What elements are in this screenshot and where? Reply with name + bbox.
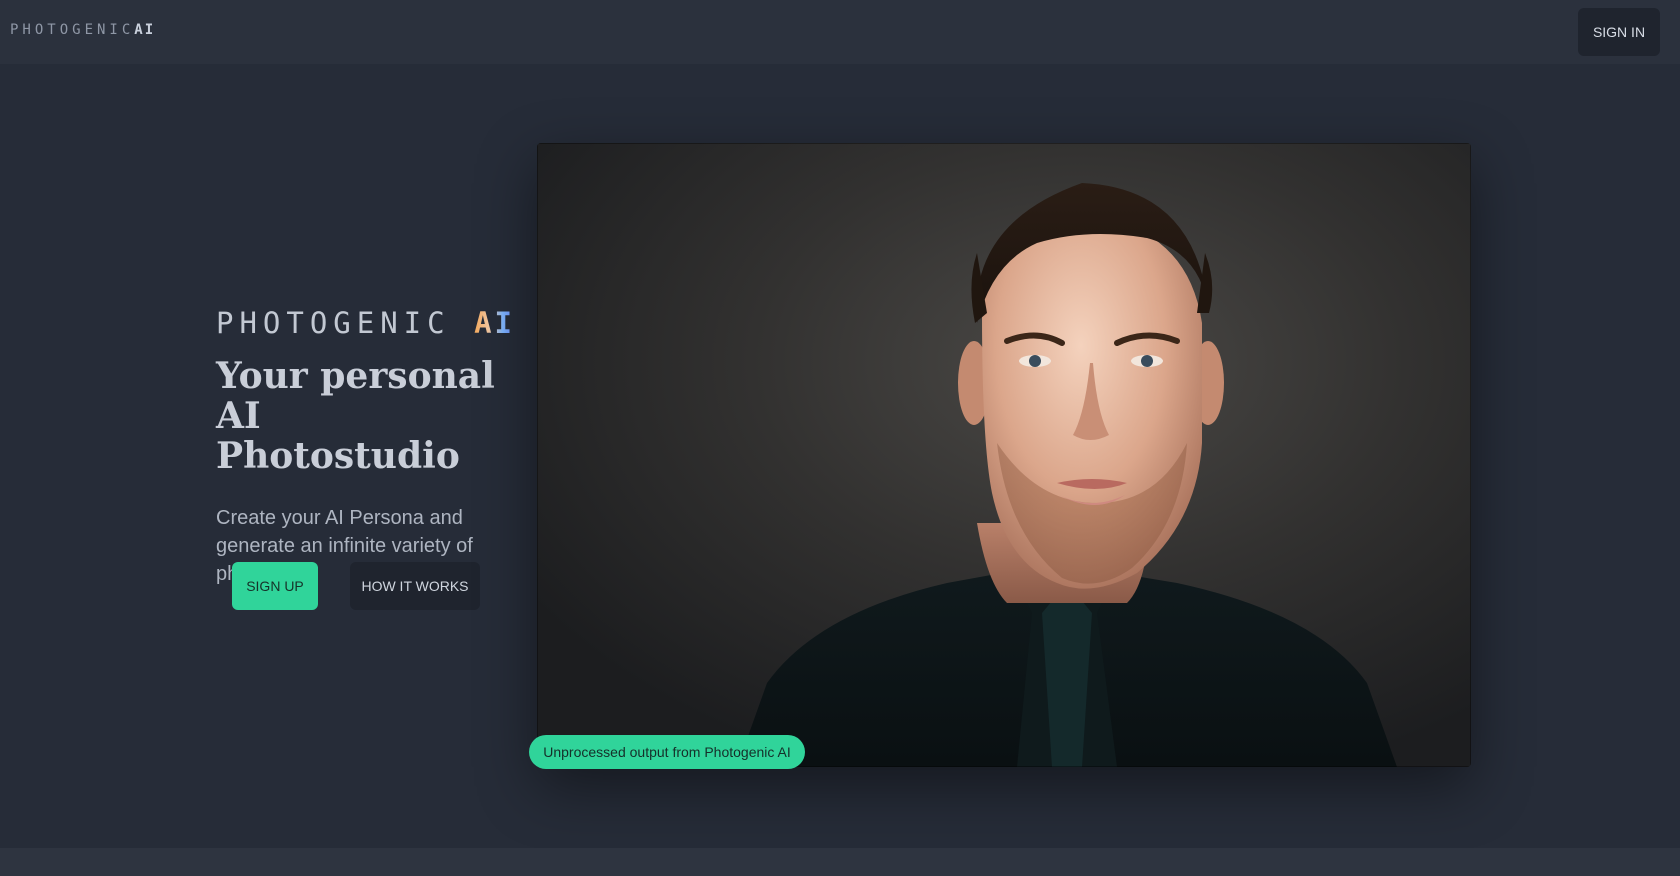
top-nav-bar: PHOTOGENICAI SIGN IN	[0, 0, 1680, 64]
footer-strip	[0, 848, 1680, 876]
hero-logo-ai: AI	[474, 306, 515, 340]
photo-caption-badge: Unprocessed output from Photogenic AI	[529, 735, 805, 769]
hero-title-line2: Photostudio	[216, 435, 460, 477]
header-logo-ai: AI	[134, 22, 156, 38]
hero-logo-text: PHOTOGENIC	[216, 306, 451, 340]
sign-up-button[interactable]: SIGN UP	[232, 562, 318, 610]
header-logo-text: PHOTOGENIC	[10, 22, 135, 38]
header-logo[interactable]: PHOTOGENICAI	[10, 22, 155, 38]
hero-title: Your personal AI Photostudio	[216, 356, 526, 476]
portrait-illustration	[537, 143, 1471, 767]
hero-text-block: PHOTOGENIC AI Your personal AI Photostud…	[216, 306, 526, 588]
hero-logo: PHOTOGENIC AI	[216, 306, 526, 346]
hero-title-line1: Your personal AI	[216, 355, 495, 437]
showcase-photo	[537, 143, 1471, 767]
sign-in-button[interactable]: SIGN IN	[1578, 8, 1660, 56]
cta-buttons: SIGN UP HOW IT WORKS	[232, 562, 492, 610]
how-it-works-button[interactable]: HOW IT WORKS	[350, 562, 480, 610]
